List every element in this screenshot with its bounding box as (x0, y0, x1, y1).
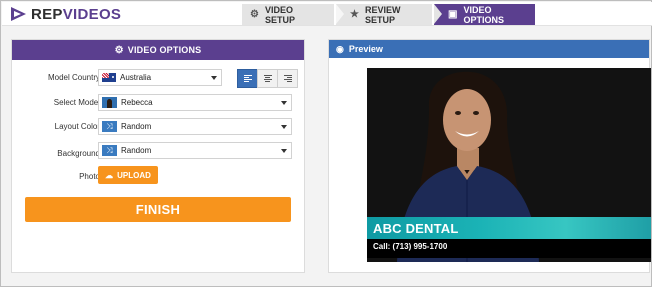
align-center-icon (263, 75, 272, 82)
star-icon: ★ (350, 9, 359, 20)
chevron-down-icon (281, 101, 287, 105)
alignment-buttons (237, 69, 298, 88)
step-video-setup[interactable]: ⚙ VIDEO SETUP (242, 4, 334, 25)
photo-row: Photo ☁ UPLOAD (12, 166, 306, 184)
top-bar: REPVIDEOS ⚙ VIDEO SETUP ★ REVIEW SETUP ▣… (2, 2, 652, 26)
shuffle-icon: ⤨ (102, 145, 117, 156)
gears-icon: ⚙ (250, 9, 259, 20)
align-right-icon (283, 75, 292, 82)
video-options-header: ⚙ VIDEO OPTIONS (12, 40, 304, 60)
background-row: Background ⤨ Random (12, 142, 306, 160)
video-options-panel: ⚙ VIDEO OPTIONS Model Country Australia (11, 39, 305, 273)
gears-icon: ⚙ (114, 44, 124, 56)
model-country-select[interactable]: Australia (98, 69, 222, 86)
model-country-value: Australia (120, 73, 152, 82)
background-value: Random (121, 146, 152, 155)
chevron-down-icon (211, 76, 217, 80)
shuffle-icon: ⤨ (102, 121, 117, 132)
chevron-down-icon (281, 125, 287, 129)
align-right-button[interactable] (277, 69, 298, 88)
wizard-steps: ⚙ VIDEO SETUP ★ REVIEW SETUP ▣ VIDEO OPT… (242, 4, 537, 25)
align-center-button[interactable] (257, 69, 278, 88)
upload-button[interactable]: ☁ UPLOAD (98, 166, 158, 184)
app-window: REPVIDEOS ⚙ VIDEO SETUP ★ REVIEW SETUP ▣… (0, 0, 652, 287)
film-icon: ▣ (448, 9, 458, 20)
step-label: VIDEO SETUP (264, 4, 295, 25)
photo-label: Photo (79, 172, 100, 181)
video-preview[interactable]: ABC DENTAL Call: (713) 995-1700 (367, 68, 651, 262)
cloud-upload-icon: ☁ (105, 170, 114, 180)
step-video-options[interactable]: ▣ VIDEO OPTIONS (434, 4, 535, 25)
preview-title: Preview (348, 44, 383, 54)
brand-name-part1: REP (31, 5, 63, 23)
logo[interactable]: REPVIDEOS (10, 5, 121, 23)
preview-header: ◉ Preview (329, 40, 649, 58)
step-label: VIDEO OPTIONS (463, 4, 504, 25)
model-country-label: Model Country (47, 73, 100, 82)
background-label: Background (57, 149, 100, 158)
finish-button[interactable]: FINISH (25, 197, 291, 222)
preview-panel: ◉ Preview ABC DENTAL Call: (713) 995-170… (328, 39, 651, 273)
layout-color-row: Layout Color ⤨ Random (12, 118, 306, 136)
step-review-setup[interactable]: ★ REVIEW SETUP (336, 4, 432, 25)
panel-title: VIDEO OPTIONS (127, 45, 202, 55)
select-model-label: Select Model (53, 98, 100, 107)
model-country-row: Model Country Australia (12, 69, 306, 88)
play-logo-icon (11, 7, 26, 21)
business-name: ABC DENTAL (373, 221, 459, 236)
australia-flag-icon (102, 73, 116, 82)
brand-name: REPVIDEOS (31, 6, 121, 23)
business-phone: Call: (713) 995-1700 (373, 242, 448, 251)
background-select[interactable]: ⤨ Random (98, 142, 292, 159)
model-thumbnail-icon (102, 97, 117, 108)
layout-color-select[interactable]: ⤨ Random (98, 118, 292, 135)
layout-color-label: Layout Color (54, 122, 100, 131)
select-model-select[interactable]: Rebecca (98, 94, 292, 111)
layout-color-value: Random (121, 122, 152, 131)
lower-third: ABC DENTAL Call: (713) 995-1700 (367, 217, 651, 258)
select-model-value: Rebecca (121, 98, 153, 107)
select-model-row: Select Model Rebecca (12, 94, 306, 112)
align-left-icon (243, 75, 252, 82)
step-label: REVIEW SETUP (364, 4, 401, 25)
eye-icon: ◉ (336, 43, 344, 54)
chevron-down-icon (281, 149, 287, 153)
upload-label: UPLOAD (117, 170, 151, 180)
brand-name-part2: VIDEOS (62, 5, 122, 23)
align-left-button[interactable] (237, 69, 258, 88)
